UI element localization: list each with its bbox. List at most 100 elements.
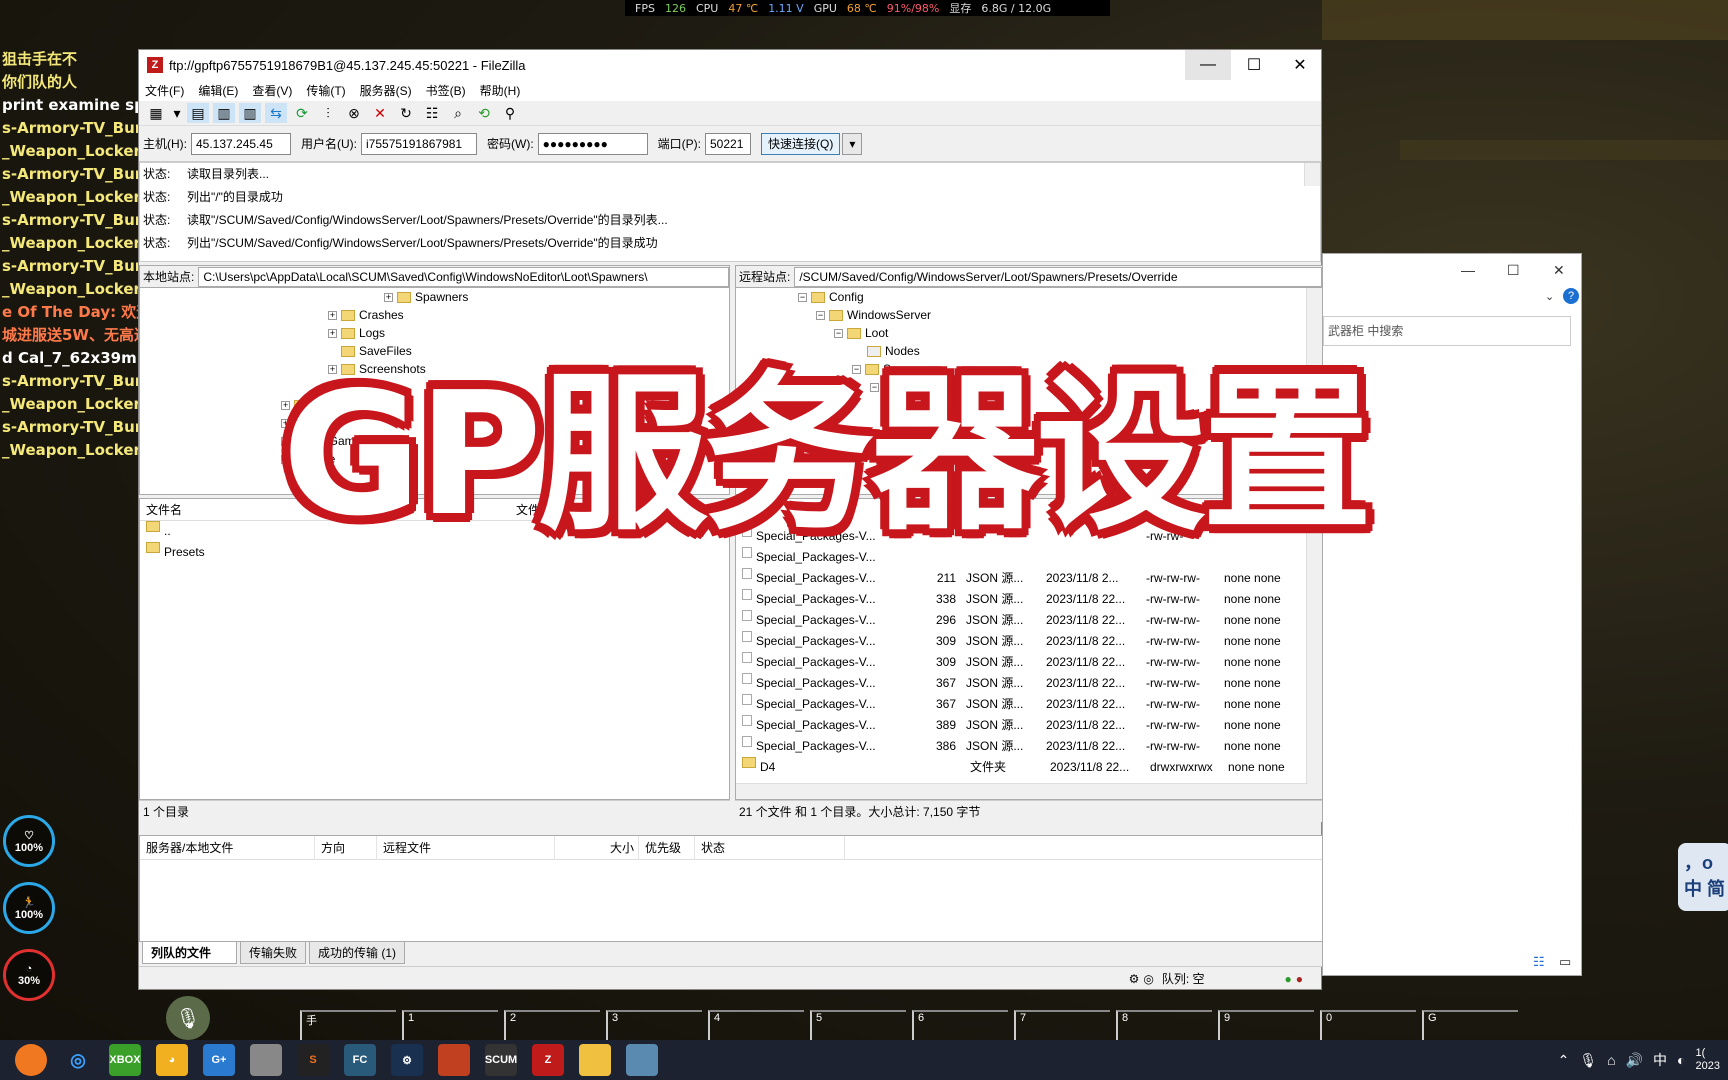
ime-language[interactable]: 中 (1653, 1050, 1667, 1070)
queue-col-direction[interactable]: 方向 (315, 835, 377, 860)
menu-view[interactable]: 查看(V) (252, 82, 292, 99)
remote-path-input[interactable]: /SCUM/Saved/Config/WindowsServer/Loot/Sp… (794, 266, 1322, 287)
remote-file-row[interactable]: Special_Packages-V... 367 JSON 源... 2023/11… (736, 673, 1322, 694)
tree-item[interactable]: + Crashes (160, 306, 729, 324)
log-scrollbar[interactable] (1304, 163, 1320, 186)
remote-file-size: 296 (935, 613, 956, 627)
remote-hscrollbar[interactable] (736, 783, 1308, 799)
tiles-view-icon[interactable]: ▭ (1559, 954, 1571, 970)
password-input[interactable] (537, 132, 648, 155)
remote-file-name: D4 (760, 760, 776, 774)
browser-icon[interactable] (15, 1044, 47, 1076)
maximize-button[interactable]: ☐ (1507, 262, 1520, 279)
minimize-button[interactable]: — (1185, 50, 1231, 80)
tree-item[interactable]: − Config (736, 288, 1322, 306)
remote-file-row[interactable]: Special_Packages-V... 338 JSON 源... 2023/11… (736, 589, 1322, 610)
find-files-icon[interactable]: ⚲ (499, 103, 521, 123)
minimize-button[interactable]: — (1461, 262, 1475, 278)
steam-icon[interactable]: ⚙ (391, 1044, 423, 1076)
queue-col-size[interactable]: 大小 (555, 835, 639, 860)
remote-file-row[interactable]: Special_Packages-V... 309 JSON 源... 2023/11… (736, 652, 1322, 673)
xbox-app-icon[interactable]: XBOX (109, 1044, 141, 1076)
game-app-icon[interactable] (438, 1044, 470, 1076)
help-icon[interactable]: ? (1563, 288, 1579, 304)
host-input[interactable] (191, 132, 291, 155)
chat-line: print examine spaw (2, 96, 138, 114)
remote-file-row[interactable]: Special_Packages-V... 309 JSON 源... 2023/11… (736, 631, 1322, 652)
chevron-up-icon[interactable]: ⌃ (1558, 1052, 1570, 1069)
close-button[interactable]: ✕ (1553, 262, 1565, 279)
close-button[interactable]: ✕ (1277, 50, 1323, 80)
weight-gauge: ◔ 30% (3, 949, 55, 1001)
clock[interactable]: 1(2023 (1696, 1047, 1720, 1073)
local-path-input[interactable]: C:\Users\pc\AppData\Local\SCUM\Saved\Con… (198, 266, 729, 287)
menu-bookmarks[interactable]: 书签(B) (426, 82, 466, 99)
menu-edit[interactable]: 编辑(E) (198, 82, 238, 99)
menu-file[interactable]: 文件(F) (145, 82, 184, 99)
remote-file-owner: none none (1224, 739, 1281, 753)
microphone-tray-icon[interactable]: 🎙 (1579, 1052, 1597, 1069)
remote-file-owner: none none (1224, 697, 1281, 711)
quickconnect-dropdown-icon[interactable]: ▾ (842, 132, 863, 155)
cancel-icon[interactable]: ⊗ (343, 103, 365, 123)
scum-icon[interactable]: S (297, 1044, 329, 1076)
gplus-app-icon[interactable]: G+ (203, 1044, 235, 1076)
toggle-log-icon[interactable]: ▤ (187, 103, 209, 123)
chevron-down-icon[interactable]: ⌄ (1545, 290, 1554, 303)
port-input[interactable] (705, 132, 751, 155)
antivirus-icon[interactable]: ◐ (1677, 1052, 1685, 1068)
menu-transfer[interactable]: 传输(T) (306, 82, 345, 99)
process-queue-icon[interactable]: ⫶ (317, 103, 339, 123)
tree-item[interactable]: + Spawners (160, 288, 729, 306)
remote-file-row[interactable]: Special_Packages-V... 386 JSON 源... 2023/11… (736, 736, 1322, 757)
volume-icon[interactable]: 🔊 (1626, 1052, 1643, 1069)
compare-icon[interactable]: ⌕ (447, 103, 469, 123)
maximize-button[interactable]: ☐ (1231, 50, 1277, 80)
toggle-local-tree-icon[interactable]: ▥ (213, 103, 235, 123)
notepad-icon[interactable] (626, 1044, 658, 1076)
queue-col-priority[interactable]: 优先级 (639, 835, 695, 860)
filezilla-taskbar-icon[interactable]: Z (532, 1044, 564, 1076)
toggle-remote-tree-icon[interactable]: ▥ (239, 103, 261, 123)
queue-col-status[interactable]: 状态 (695, 835, 845, 860)
reconnect-icon[interactable]: ↻ (395, 103, 417, 123)
disconnect-icon[interactable]: ✕ (369, 103, 391, 123)
site-manager-icon[interactable]: ▦ (145, 103, 167, 123)
queue-col-local[interactable]: 服务器/本地文件 (140, 835, 315, 860)
scum-launcher-icon[interactable]: SCUM (485, 1044, 517, 1076)
queue-col-remote[interactable]: 远程文件 (377, 835, 555, 860)
edge-icon[interactable]: ◎ (62, 1044, 94, 1076)
speed-limit-icon: ◎ (1143, 971, 1154, 986)
fc-app-icon[interactable]: FC (344, 1044, 376, 1076)
menu-help[interactable]: 帮助(H) (480, 82, 521, 99)
avatar-app-icon[interactable] (250, 1044, 282, 1076)
tab-queued-files[interactable]: 列队的文件 (142, 942, 237, 964)
cat-app-icon[interactable]: ◕ (156, 1044, 188, 1076)
toolbar: ▦ ▾ ▤ ▥ ▥ ⇆ ⟳ ⫶ ⊗ ✕ ↻ ☷ ⌕ ⟲ ⚲ (139, 101, 1321, 126)
tree-item[interactable]: − Loot (736, 324, 1322, 342)
tree-item[interactable]: + Logs (160, 324, 729, 342)
tab-failed-transfers[interactable]: 传输失败 (240, 942, 307, 964)
sync-browse-icon[interactable]: ⟲ (473, 103, 495, 123)
menu-server[interactable]: 服务器(S) (360, 82, 412, 99)
quickconnect-button[interactable]: 快速连接(Q) (761, 132, 841, 155)
remote-file-row[interactable]: Special_Packages-V... 367 JSON 源... 2023/11… (736, 694, 1322, 715)
tab-successful-transfers[interactable]: 成功的传输 (1) (309, 942, 406, 964)
details-view-icon[interactable]: ☷ (1533, 954, 1545, 970)
file-explorer-icon[interactable] (579, 1044, 611, 1076)
directory-filter-icon[interactable]: ☷ (421, 103, 443, 123)
network-icon[interactable]: ⌂ (1607, 1052, 1615, 1068)
folder-icon (742, 757, 756, 768)
remote-file-row[interactable]: Special_Packages-V... 389 JSON 源... 2023/11… (736, 715, 1322, 736)
remote-file-row[interactable]: Special_Packages-V... 211 JSON 源... 2023/11… (736, 568, 1322, 589)
refresh-icon[interactable]: ⟳ (291, 103, 313, 123)
search-input[interactable]: 武器柜 中搜索 (1323, 316, 1571, 346)
ime-widget[interactable]: ，o 中 简 (1678, 843, 1728, 911)
toggle-queue-icon[interactable]: ⇆ (265, 103, 287, 123)
remote-file-row[interactable]: Special_Packages-V... 296 JSON 源... 2023/11… (736, 610, 1322, 631)
site-manager-dropdown-icon[interactable]: ▾ (171, 103, 183, 123)
remote-file-perm: -rw-rw-rw- (1146, 613, 1200, 627)
tree-item[interactable]: − WindowsServer (736, 306, 1322, 324)
remote-file-row[interactable]: D4 文件夹 2023/11/8 22... drwxrwxrwx none none (736, 757, 1322, 778)
username-input[interactable] (361, 132, 477, 155)
